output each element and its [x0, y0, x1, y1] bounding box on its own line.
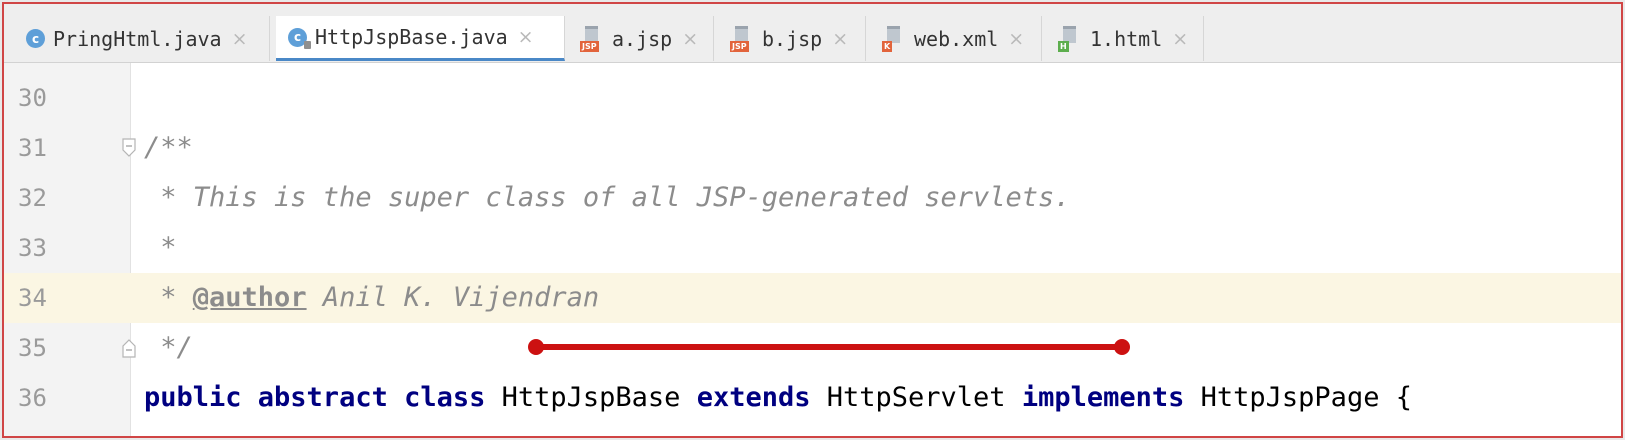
line-number: 33 — [18, 234, 47, 262]
jsp-file-icon: JSP — [580, 25, 604, 52]
tab-label: 1.html — [1090, 26, 1163, 51]
close-icon[interactable]: × — [1172, 28, 1188, 50]
javadoc-tag[interactable]: @author — [193, 282, 307, 313]
interface-name[interactable]: HttpJspPage { — [1201, 382, 1412, 413]
doc-comment-text: * This is the super class of all JSP-gen… — [144, 182, 1071, 213]
tab-pringhtml-java[interactable]: c PringHtml.java × — [14, 16, 270, 61]
code-line: 32 * This is the super class of all JSP-… — [4, 173, 1621, 223]
code-line: 33 * — [4, 223, 1621, 273]
tab-web-xml[interactable]: K web.xml × — [870, 16, 1042, 61]
doc-comment-close: */ — [144, 332, 193, 363]
tab-httpjspbase-java[interactable]: c HttpJspBase.java × — [276, 16, 565, 61]
code-line: 31 /** — [4, 123, 1621, 173]
html-file-icon: H — [1058, 25, 1082, 52]
doc-comment-text: * — [144, 232, 177, 263]
tab-label: PringHtml.java — [53, 26, 222, 51]
keyword-public-abstract-class: public abstract class — [144, 382, 502, 413]
line-number: 32 — [18, 184, 47, 212]
superclass-name[interactable]: HttpServlet — [827, 382, 1022, 413]
code-editor[interactable]: 30 31 /** 32 * This is the super class o… — [4, 63, 1621, 436]
tab-label: HttpJspBase.java — [315, 25, 508, 49]
keyword-implements: implements — [1021, 382, 1201, 413]
fold-end-icon[interactable] — [121, 338, 137, 358]
code-line-current: 34 * @author Anil K. Vijendran — [4, 273, 1621, 323]
doc-comment-open: /** — [144, 132, 193, 163]
class-declaration: public abstract class HttpJspBase extend… — [144, 373, 1412, 423]
fold-collapse-icon[interactable] — [121, 138, 137, 158]
close-icon[interactable]: × — [682, 28, 698, 50]
doc-comment-author: * @author Anil K. Vijendran — [144, 273, 599, 323]
line-number: 30 — [18, 84, 47, 112]
jsp-file-icon: JSP — [730, 25, 754, 52]
line-number: 36 — [18, 384, 47, 412]
tab-label: b.jsp — [762, 26, 823, 51]
close-icon[interactable]: × — [832, 28, 848, 50]
tab-1-html[interactable]: H 1.html × — [1046, 16, 1204, 61]
comment-author-name: Anil K. Vijendran — [306, 282, 600, 313]
xml-file-icon: K — [882, 25, 906, 52]
code-line: 36 public abstract class HttpJspBase ext… — [4, 373, 1621, 423]
keyword-extends: extends — [696, 382, 827, 413]
red-underline-annotation — [528, 339, 1130, 355]
line-number: 35 — [18, 334, 47, 362]
tab-b-jsp[interactable]: JSP b.jsp × — [718, 16, 866, 61]
editor-tab-bar: c PringHtml.java × c HttpJspBase.java × … — [4, 4, 1621, 63]
class-name[interactable]: HttpJspBase — [502, 382, 697, 413]
comment-prefix: * — [144, 282, 193, 313]
line-number: 34 — [18, 284, 47, 312]
java-class-readonly-icon: c — [288, 27, 311, 49]
tab-label: web.xml — [914, 26, 999, 51]
tab-label: a.jsp — [612, 26, 673, 51]
tab-a-jsp[interactable]: JSP a.jsp × — [568, 16, 714, 61]
close-icon[interactable]: × — [232, 28, 248, 50]
line-number: 31 — [18, 134, 47, 162]
code-line: 30 — [4, 73, 1621, 123]
java-class-icon: c — [26, 29, 45, 48]
close-icon[interactable]: × — [518, 26, 534, 48]
ide-window: c PringHtml.java × c HttpJspBase.java × … — [2, 2, 1623, 438]
close-icon[interactable]: × — [1008, 28, 1024, 50]
